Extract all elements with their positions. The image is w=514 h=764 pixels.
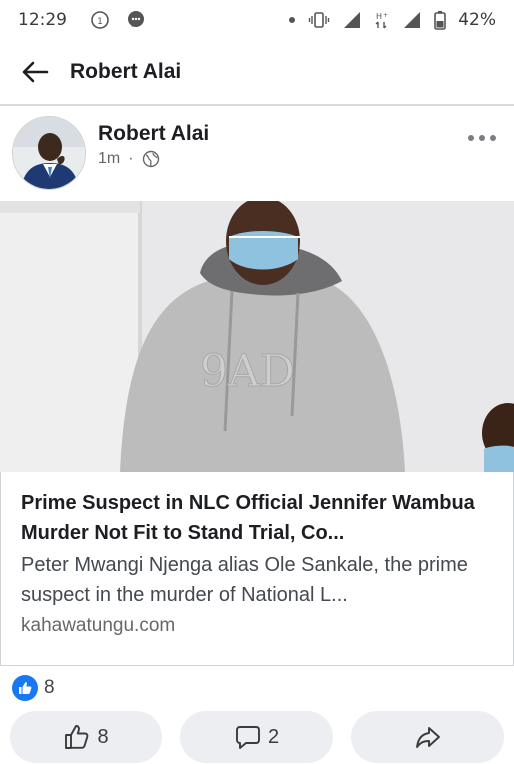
status-time: 12:29 xyxy=(18,10,67,30)
like-button[interactable]: 8 xyxy=(10,711,162,763)
post-time[interactable]: 1m xyxy=(98,150,120,168)
like-reaction-icon xyxy=(12,675,38,701)
reaction-count: 8 xyxy=(44,677,55,698)
post-actions-bar: 8 2 xyxy=(0,711,514,763)
suspect-photo: 9AD xyxy=(0,201,514,472)
thumbs-up-icon xyxy=(65,725,89,749)
dot-indicator-icon xyxy=(289,17,296,23)
link-domain: kahawatungu.com xyxy=(21,615,176,636)
meta-separator: · xyxy=(128,150,134,167)
comment-button[interactable]: 2 xyxy=(180,711,333,763)
back-button[interactable] xyxy=(18,55,52,89)
svg-text:1: 1 xyxy=(97,17,103,27)
share-button[interactable] xyxy=(351,711,504,763)
link-preview-image[interactable]: 9AD xyxy=(0,201,514,472)
globe-icon xyxy=(142,150,159,168)
more-dot-icon xyxy=(490,135,496,141)
author-avatar[interactable] xyxy=(12,116,86,190)
svg-text:H: H xyxy=(376,12,382,21)
battery-percent: 42% xyxy=(458,10,496,30)
page-title: Robert Alai xyxy=(70,60,182,83)
link-description: Peter Mwangi Njenga alias Ole Sankale, t… xyxy=(21,554,468,606)
reactions-summary[interactable]: 8 xyxy=(12,675,55,701)
status-bar: 12:29 1 H + 42% xyxy=(0,0,514,40)
more-dot-icon xyxy=(479,135,485,141)
more-options-button[interactable] xyxy=(464,128,500,148)
chat-notification-icon xyxy=(128,11,144,27)
sim-icon: 1 xyxy=(91,11,109,29)
battery-icon xyxy=(434,11,447,30)
back-arrow-icon xyxy=(22,61,49,83)
share-icon xyxy=(415,727,440,748)
vibrate-icon xyxy=(309,12,330,28)
comment-count: 2 xyxy=(267,725,280,748)
link-preview-card[interactable]: Prime Suspect in NLC Official Jennifer W… xyxy=(0,472,514,666)
author-photo xyxy=(13,117,85,189)
comment-icon xyxy=(235,726,260,749)
status-system-icons: H + 42% xyxy=(288,10,496,30)
svg-text:+: + xyxy=(383,12,388,19)
post-header: Robert Alai 1m · xyxy=(0,110,514,198)
status-notification-icons: 1 xyxy=(89,10,147,30)
top-navigation-bar: Robert Alai xyxy=(0,40,514,106)
signal-icon-2 xyxy=(404,12,421,28)
signal-icon xyxy=(344,12,361,28)
like-count: 8 xyxy=(97,725,109,748)
post-meta: 1m · xyxy=(98,150,160,168)
network-type-icon: H + xyxy=(375,12,388,29)
author-name[interactable]: Robert Alai xyxy=(98,122,209,146)
svg-text:9AD: 9AD xyxy=(200,346,295,397)
link-title[interactable]: Prime Suspect in NLC Official Jennifer W… xyxy=(21,488,493,548)
more-dot-icon xyxy=(468,135,474,141)
